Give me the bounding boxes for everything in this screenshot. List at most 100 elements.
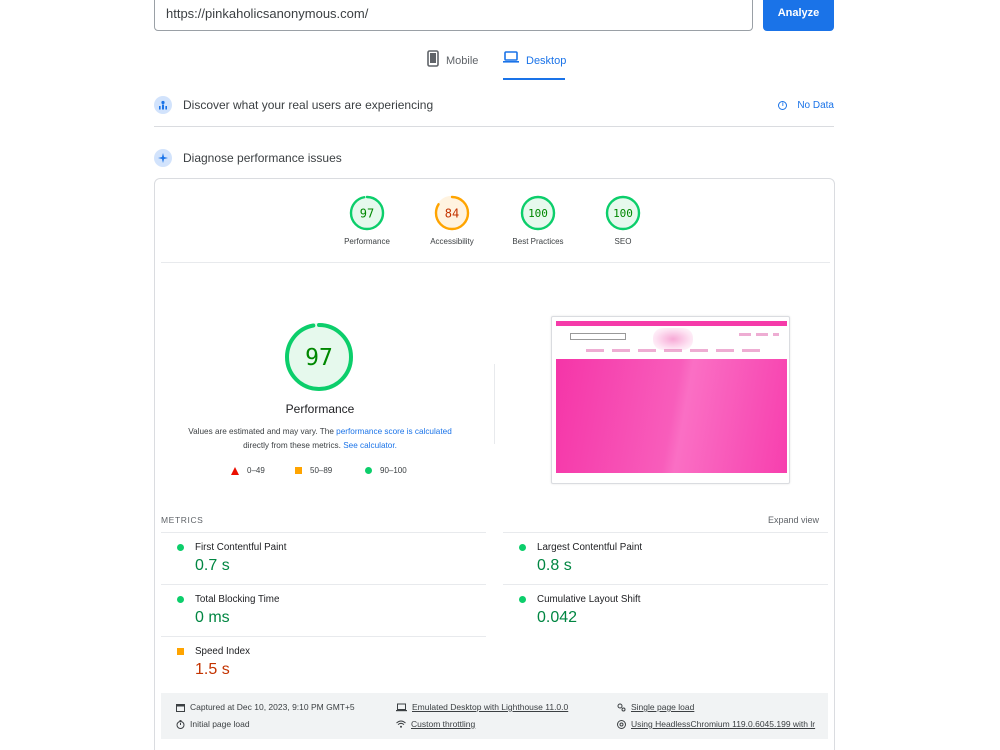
score-disclaimer: Values are estimated and may vary. The p… — [167, 425, 473, 453]
load-info: Initial page load — [176, 719, 250, 729]
pass-icon — [519, 596, 526, 603]
category-gauges: 97 Performance 84 Accessibility 100 Best… — [155, 195, 836, 255]
see-calculator-link[interactable]: See calculator. — [343, 441, 397, 450]
lab-data-header: Diagnose performance issues — [154, 146, 834, 170]
browser-text: Using HeadlessChromium 119.0.6045.199 wi… — [631, 719, 816, 729]
metric-value: 0.7 s — [195, 557, 230, 574]
lighthouse-report-card: 97 Performance 84 Accessibility 100 Best… — [154, 178, 835, 750]
metrics-header: METRICS — [161, 515, 204, 525]
thumb-logo — [653, 328, 693, 350]
tab-desktop[interactable]: Desktop — [503, 50, 566, 80]
gauge-label: Performance — [344, 237, 390, 246]
gauge-score: 100 — [613, 207, 633, 220]
tab-mobile[interactable]: Mobile — [427, 50, 478, 80]
thumb-header-links — [739, 333, 779, 336]
analyze-button[interactable]: Analyze — [763, 0, 834, 31]
metric-name: First Contentful Paint — [195, 542, 287, 553]
legend-fail: 0–49 — [231, 466, 265, 475]
metric-tbt: Total Blocking Time 0 ms — [161, 584, 486, 636]
device-text: Emulated Desktop with Lighthouse 11.0.0 — [412, 702, 569, 712]
expand-view-toggle[interactable]: Expand view — [768, 515, 819, 525]
square-icon — [295, 467, 302, 474]
load-text: Initial page load — [190, 719, 250, 729]
legend-range: 50–89 — [310, 466, 333, 475]
phone-icon — [427, 50, 439, 70]
score-legend: 0–49 50–89 90–100 — [231, 466, 431, 478]
wifi-icon — [396, 720, 406, 728]
gauge-score: 84 — [445, 207, 459, 221]
users-icon — [154, 96, 172, 114]
gauge-label: Accessibility — [430, 237, 474, 246]
metric-name: Largest Contentful Paint — [537, 542, 643, 553]
gauge-ring: 100 — [520, 195, 556, 231]
field-data-header: Discover what your real users are experi… — [154, 93, 834, 117]
metric-name: Cumulative Layout Shift — [537, 594, 641, 605]
thumb-nav-links — [586, 349, 766, 352]
diagnose-icon — [154, 149, 172, 167]
legend-average: 50–89 — [295, 466, 332, 475]
calendar-icon — [176, 703, 185, 712]
metric-fcp: First Contentful Paint 0.7 s — [161, 532, 486, 584]
throttling-info[interactable]: Custom throttling — [396, 719, 475, 729]
thumb-header — [556, 326, 787, 359]
metric-value: 0.8 s — [537, 557, 572, 574]
vertical-separator — [494, 364, 495, 444]
gauge-score: 97 — [360, 207, 374, 221]
laptop-icon — [503, 50, 519, 67]
gauge-label: SEO — [614, 237, 632, 246]
main-score: 97 — [305, 345, 333, 371]
device-info[interactable]: Emulated Desktop with Lighthouse 11.0.0 — [396, 702, 568, 712]
gauge-ring: 84 — [434, 195, 470, 231]
pass-icon — [177, 596, 184, 603]
throttling-text: Custom throttling — [411, 719, 476, 729]
section-divider — [154, 126, 834, 127]
performance-main-gauge: 97 — [285, 323, 353, 391]
gauge-best-practices[interactable]: 100 Best Practices — [498, 195, 578, 246]
no-data-link[interactable]: i No Data — [778, 100, 834, 111]
session-info[interactable]: Single page load — [617, 702, 694, 712]
score-calculated-link[interactable]: performance score is calculated — [336, 427, 452, 436]
pass-icon — [519, 544, 526, 551]
metric-value: 0.042 — [537, 609, 578, 626]
session-icon — [617, 703, 626, 711]
no-data-label: No Data — [797, 99, 834, 111]
metric-lcp: Largest Contentful Paint 0.8 s — [503, 532, 828, 584]
final-screenshot — [551, 316, 790, 484]
average-icon — [177, 648, 184, 655]
session-text: Single page load — [631, 702, 695, 712]
metric-value: 1.5 s — [195, 661, 230, 678]
lab-data-title: Diagnose performance issues — [183, 151, 342, 165]
gauge-label: Best Practices — [512, 237, 564, 246]
browser-info[interactable]: Using HeadlessChromium 119.0.6045.199 wi… — [617, 719, 815, 729]
laptop-icon — [396, 703, 407, 711]
legend-range: 0–49 — [247, 466, 265, 475]
performance-title: Performance — [285, 402, 355, 416]
tab-mobile-label: Mobile — [446, 55, 479, 67]
metric-name: Speed Index — [195, 646, 251, 657]
metric-name: Total Blocking Time — [195, 594, 280, 605]
disclaimer-text-2: directly from these metrics. — [243, 441, 344, 450]
gauge-accessibility[interactable]: 84 Accessibility — [412, 195, 492, 246]
legend-pass: 90–100 — [365, 466, 407, 475]
gauge-score: 100 — [528, 207, 548, 220]
gauges-divider — [161, 262, 830, 263]
captured-text: Captured at Dec 10, 2023, 9:10 PM GMT+5 — [190, 702, 355, 712]
circle-icon — [365, 467, 372, 474]
gauge-performance[interactable]: 97 Performance — [327, 195, 407, 246]
thumb-search — [570, 333, 626, 340]
gauge-seo[interactable]: 100 SEO — [583, 195, 663, 246]
url-input[interactable]: https://pinkaholicsanonymous.com/ — [154, 0, 753, 31]
pass-icon — [177, 544, 184, 551]
thumb-hero — [556, 359, 787, 473]
run-info: Captured at Dec 10, 2023, 9:10 PM GMT+5 … — [161, 693, 828, 739]
disclaimer-text: Values are estimated and may vary. The — [188, 427, 337, 436]
metric-value: 0 ms — [195, 609, 230, 626]
timer-icon — [176, 719, 185, 729]
captured-info: Captured at Dec 10, 2023, 9:10 PM GMT+5 — [176, 702, 355, 712]
gauge-ring: 97 — [349, 195, 385, 231]
device-tabs: Mobile Desktop — [0, 50, 1000, 80]
info-icon: i — [778, 100, 788, 110]
legend-range: 90–100 — [380, 466, 407, 475]
gauge-ring: 100 — [605, 195, 641, 231]
triangle-icon — [231, 466, 239, 475]
